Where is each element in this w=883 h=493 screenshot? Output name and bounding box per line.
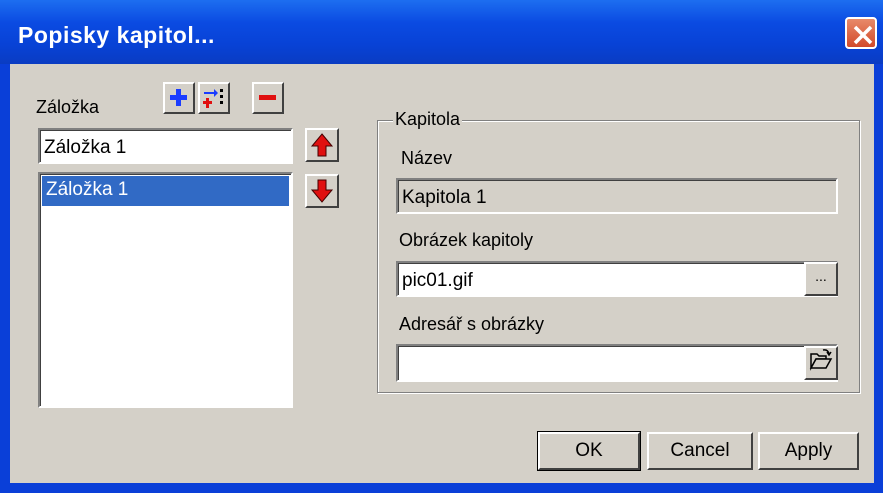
- browse-dir-button[interactable]: [804, 346, 838, 380]
- name-label: Název: [401, 148, 453, 168]
- arrow-up-icon: [310, 133, 334, 157]
- remove-bookmark-button[interactable]: [252, 82, 284, 114]
- list-item[interactable]: Záložka 1: [42, 176, 289, 206]
- close-button[interactable]: [845, 17, 877, 49]
- chapter-groupbox: Kapitola Název Kapitola 1 Obrázek kapito…: [377, 109, 860, 393]
- cancel-button[interactable]: Cancel: [647, 432, 753, 470]
- minus-icon: [259, 95, 276, 100]
- arrow-down-icon: [310, 179, 334, 203]
- image-dir-field[interactable]: [396, 344, 838, 382]
- dialog-window: Popisky kapitol... Záložka Záložka 1 Zál…: [0, 0, 883, 493]
- plus-icon: [170, 89, 187, 106]
- chapter-name-field[interactable]: Kapitola 1: [396, 178, 838, 214]
- add-bookmark-button[interactable]: [163, 82, 195, 114]
- window-title: Popisky kapitol...: [18, 22, 215, 48]
- close-icon: [853, 25, 873, 45]
- chapter-image-label: Obrázek kapitoly: [399, 230, 534, 250]
- dialog-client-area: Záložka Záložka 1 Záložka 1 Kapitola Náz…: [10, 64, 874, 483]
- open-folder-icon: [809, 349, 833, 371]
- image-dir-label: Adresář s obrázky: [399, 314, 545, 334]
- browse-image-button[interactable]: ...: [804, 262, 838, 296]
- bookmark-name-field[interactable]: Záložka 1: [38, 128, 293, 164]
- bookmark-label: Záložka: [36, 97, 100, 117]
- bookmark-list[interactable]: Záložka 1: [38, 172, 293, 408]
- move-down-button[interactable]: [305, 174, 339, 208]
- insert-icon: [203, 89, 223, 108]
- apply-button[interactable]: Apply: [758, 432, 859, 470]
- chapter-group-title: Kapitola: [393, 109, 463, 130]
- insert-bookmark-button[interactable]: [198, 82, 230, 114]
- move-up-button[interactable]: [305, 128, 339, 162]
- title-bar[interactable]: Popisky kapitol...: [0, 0, 883, 64]
- ok-button[interactable]: OK: [537, 431, 641, 471]
- chapter-image-field[interactable]: pic01.gif: [396, 261, 838, 297]
